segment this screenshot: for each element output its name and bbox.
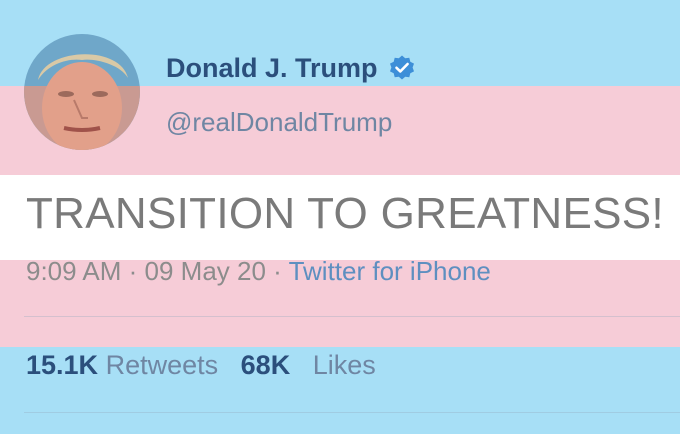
- divider: [24, 316, 680, 317]
- display-name[interactable]: Donald J. Trump: [166, 50, 416, 86]
- tweet-text: TRANSITION TO GREATNESS!: [26, 189, 664, 238]
- verified-badge-icon: [388, 54, 416, 82]
- tweet-date[interactable]: 09 May 20: [145, 256, 266, 286]
- likes-stat[interactable]: 68K Likes: [241, 350, 376, 380]
- user-handle[interactable]: @realDonaldTrump: [166, 104, 392, 140]
- retweets-stat[interactable]: 15.1K Retweets: [26, 350, 218, 380]
- tweet-metadata: 9:09 AM · 09 May 20 · Twitter for iPhone: [26, 254, 491, 288]
- likes-label: Likes: [312, 350, 376, 380]
- retweets-label: Retweets: [105, 350, 219, 380]
- divider: [24, 412, 680, 413]
- avatar-portrait-icon: [24, 34, 140, 150]
- likes-count: 68K: [240, 350, 291, 380]
- tweet-time[interactable]: 9:09 AM: [26, 256, 121, 286]
- avatar[interactable]: [24, 34, 140, 150]
- meta-separator: ·: [121, 256, 145, 286]
- display-name-text: Donald J. Trump: [166, 53, 378, 83]
- tweet-source-link[interactable]: Twitter for iPhone: [289, 256, 491, 286]
- meta-separator: ·: [265, 256, 289, 286]
- retweets-count: 15.1K: [26, 350, 99, 380]
- tweet-stats: 15.1K Retweets 68K Likes: [26, 347, 376, 383]
